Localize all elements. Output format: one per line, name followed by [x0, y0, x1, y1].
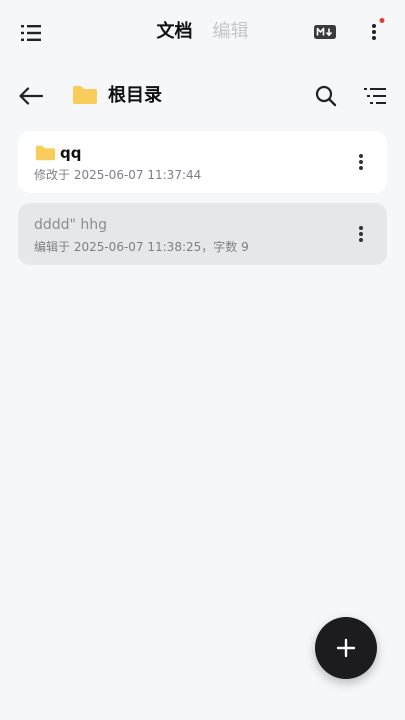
document-name: dddd" hhg [34, 217, 108, 233]
folder-name: qq [60, 144, 82, 162]
folder-meta: 修改于 2025-06-07 11:37:44 [34, 168, 202, 182]
path-bar: 根目录 [0, 72, 405, 120]
more-vertical-icon[interactable] [364, 18, 386, 44]
more-vertical-icon[interactable] [353, 150, 369, 174]
search-icon[interactable] [313, 83, 339, 109]
arrow-left-icon[interactable] [18, 83, 44, 109]
path-title: 根目录 [108, 85, 162, 106]
add-button[interactable] [315, 617, 377, 679]
list-item-folder[interactable]: qq 修改于 2025-06-07 11:37:44 [18, 131, 387, 193]
document-meta: 编辑于 2025-06-07 11:38:25，字数 9 [34, 240, 249, 254]
plus-icon [336, 638, 356, 658]
tab-edit[interactable]: 编辑 [213, 18, 249, 46]
tab-documents[interactable]: 文档 [157, 18, 193, 46]
sort-list-icon[interactable] [362, 85, 388, 107]
markdown-icon[interactable] [313, 22, 337, 42]
header-tabs: 文档 编辑 [0, 18, 405, 46]
notification-dot [379, 18, 385, 23]
folder-icon [72, 84, 98, 106]
list-item-document[interactable]: dddd" hhg 编辑于 2025-06-07 11:38:25，字数 9 [18, 203, 387, 265]
folder-icon [34, 144, 56, 162]
top-bar: 文档 编辑 [0, 0, 405, 62]
more-vertical-icon[interactable] [353, 222, 369, 246]
